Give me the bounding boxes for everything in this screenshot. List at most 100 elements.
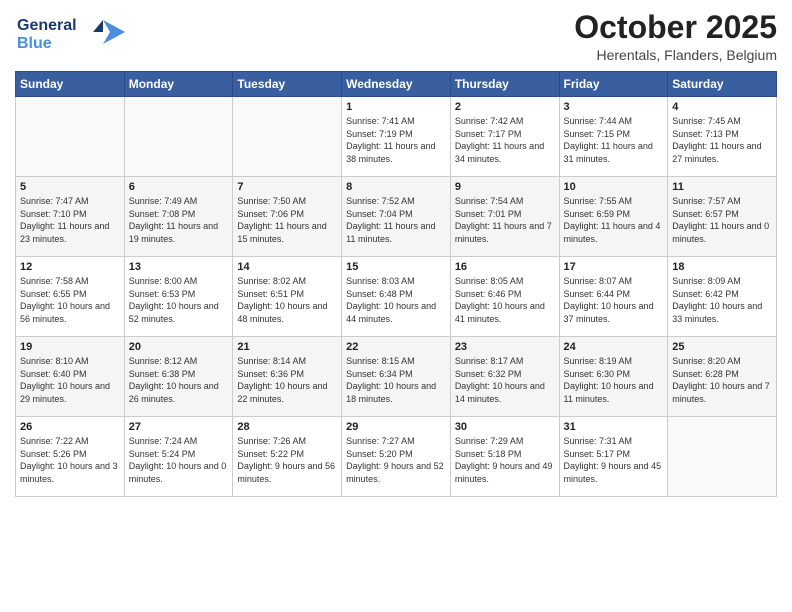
- calendar-table: Sunday Monday Tuesday Wednesday Thursday…: [15, 71, 777, 497]
- calendar-day: 10 Sunrise: 7:55 AMSunset: 6:59 PMDayligh…: [559, 177, 668, 257]
- col-wednesday: Wednesday: [342, 72, 451, 97]
- day-number: 20: [129, 341, 229, 353]
- day-number: 17: [564, 261, 664, 273]
- day-info: Sunrise: 7:22 AMSunset: 5:26 PMDaylight:…: [20, 435, 120, 485]
- calendar-day: 29 Sunrise: 7:27 AMSunset: 5:20 PMDayligh…: [342, 417, 451, 497]
- day-number: 3: [564, 101, 664, 113]
- day-number: 22: [346, 341, 446, 353]
- day-number: 6: [129, 181, 229, 193]
- day-number: 10: [564, 181, 664, 193]
- calendar-day: 17Sunrise: 8:07 AMSunset: 6:44 PMDayligh…: [559, 257, 668, 337]
- day-number: 16: [455, 261, 555, 273]
- day-info: Sunrise: 7:45 AMSunset: 7:13 PMDaylight:…: [672, 115, 772, 165]
- day-info: Sunrise: 8:02 AMSunset: 6:51 PMDaylight:…: [237, 275, 337, 325]
- calendar-day: 13 Sunrise: 8:00 AMSunset: 6:53 PMDayligh…: [124, 257, 233, 337]
- day-info: Sunrise: 8:10 AMSunset: 6:40 PMDaylight:…: [20, 355, 120, 405]
- calendar-week-3: 19Sunrise: 8:10 AMSunset: 6:40 PMDayligh…: [16, 337, 777, 417]
- day-number: 27: [129, 421, 229, 433]
- day-number: 24: [564, 341, 664, 353]
- calendar-week-0: 1 Sunrise: 7:41 AMSunset: 7:19 PMDaylight…: [16, 97, 777, 177]
- location: Herentals, Flanders, Belgium: [574, 47, 777, 63]
- calendar-week-4: 26 Sunrise: 7:22 AMSunset: 5:26 PMDayligh…: [16, 417, 777, 497]
- calendar-day: 12 Sunrise: 7:58 AMSunset: 6:55 PMDayligh…: [16, 257, 125, 337]
- header: General Blue October 2025 Herentals, Fla…: [15, 10, 777, 63]
- col-thursday: Thursday: [450, 72, 559, 97]
- header-row: Sunday Monday Tuesday Wednesday Thursday…: [16, 72, 777, 97]
- calendar-day: 20 Sunrise: 8:12 AMSunset: 6:38 PMDayligh…: [124, 337, 233, 417]
- day-info: Sunrise: 8:20 AMSunset: 6:28 PMDaylight:…: [672, 355, 772, 405]
- day-info: Sunrise: 7:26 AMSunset: 5:22 PMDaylight:…: [237, 435, 337, 485]
- day-number: 31: [564, 421, 664, 433]
- calendar-day: 2 Sunrise: 7:42 AMSunset: 7:17 PMDaylight…: [450, 97, 559, 177]
- day-info: Sunrise: 7:50 AMSunset: 7:06 PMDaylight:…: [237, 195, 337, 245]
- calendar-day: 23 Sunrise: 8:17 AMSunset: 6:32 PMDayligh…: [450, 337, 559, 417]
- day-info: Sunrise: 7:55 AMSunset: 6:59 PMDaylight:…: [564, 195, 664, 245]
- calendar-day: 18 Sunrise: 8:09 AMSunset: 6:42 PMDayligh…: [668, 257, 777, 337]
- calendar-day: 31 Sunrise: 7:31 AMSunset: 5:17 PMDayligh…: [559, 417, 668, 497]
- day-number: 15: [346, 261, 446, 273]
- calendar-day: [124, 97, 233, 177]
- day-number: 18: [672, 261, 772, 273]
- day-info: Sunrise: 7:58 AMSunset: 6:55 PMDaylight:…: [20, 275, 120, 325]
- day-number: 28: [237, 421, 337, 433]
- calendar-day: 4 Sunrise: 7:45 AMSunset: 7:13 PMDaylight…: [668, 97, 777, 177]
- day-number: 9: [455, 181, 555, 193]
- day-number: 12: [20, 261, 120, 273]
- day-number: 13: [129, 261, 229, 273]
- day-number: 23: [455, 341, 555, 353]
- day-info: Sunrise: 8:12 AMSunset: 6:38 PMDaylight:…: [129, 355, 229, 405]
- calendar-day: [668, 417, 777, 497]
- calendar-day: 16Sunrise: 8:05 AMSunset: 6:46 PMDayligh…: [450, 257, 559, 337]
- day-info: Sunrise: 7:49 AMSunset: 7:08 PMDaylight:…: [129, 195, 229, 245]
- day-info: Sunrise: 8:00 AMSunset: 6:53 PMDaylight:…: [129, 275, 229, 325]
- col-sunday: Sunday: [16, 72, 125, 97]
- logo-svg: General Blue: [15, 10, 125, 54]
- day-info: Sunrise: 8:03 AMSunset: 6:48 PMDaylight:…: [346, 275, 446, 325]
- day-info: Sunrise: 7:57 AMSunset: 6:57 PMDaylight:…: [672, 195, 772, 245]
- day-info: Sunrise: 7:42 AMSunset: 7:17 PMDaylight:…: [455, 115, 555, 165]
- svg-text:Blue: Blue: [17, 35, 52, 52]
- day-number: 11: [672, 181, 772, 193]
- col-monday: Monday: [124, 72, 233, 97]
- calendar-day: 15 Sunrise: 8:03 AMSunset: 6:48 PMDayligh…: [342, 257, 451, 337]
- calendar-day: 9Sunrise: 7:54 AMSunset: 7:01 PMDaylight…: [450, 177, 559, 257]
- day-number: 1: [346, 101, 446, 113]
- day-number: 7: [237, 181, 337, 193]
- month-title: October 2025: [574, 10, 777, 45]
- day-info: Sunrise: 7:31 AMSunset: 5:17 PMDaylight:…: [564, 435, 664, 485]
- day-number: 8: [346, 181, 446, 193]
- calendar-day: 14 Sunrise: 8:02 AMSunset: 6:51 PMDayligh…: [233, 257, 342, 337]
- calendar-day: 26 Sunrise: 7:22 AMSunset: 5:26 PMDayligh…: [16, 417, 125, 497]
- logo: General Blue: [15, 10, 125, 59]
- day-number: 4: [672, 101, 772, 113]
- day-info: Sunrise: 7:47 AMSunset: 7:10 PMDaylight:…: [20, 195, 120, 245]
- col-tuesday: Tuesday: [233, 72, 342, 97]
- day-number: 2: [455, 101, 555, 113]
- day-info: Sunrise: 7:27 AMSunset: 5:20 PMDaylight:…: [346, 435, 446, 485]
- calendar-day: 5 Sunrise: 7:47 AMSunset: 7:10 PMDaylight…: [16, 177, 125, 257]
- day-number: 30: [455, 421, 555, 433]
- day-info: Sunrise: 7:29 AMSunset: 5:18 PMDaylight:…: [455, 435, 555, 485]
- day-number: 29: [346, 421, 446, 433]
- day-number: 14: [237, 261, 337, 273]
- calendar-day: 28 Sunrise: 7:26 AMSunset: 5:22 PMDayligh…: [233, 417, 342, 497]
- day-info: Sunrise: 7:44 AMSunset: 7:15 PMDaylight:…: [564, 115, 664, 165]
- calendar-day: 3 Sunrise: 7:44 AMSunset: 7:15 PMDaylight…: [559, 97, 668, 177]
- day-number: 26: [20, 421, 120, 433]
- page: General Blue October 2025 Herentals, Fla…: [0, 0, 792, 612]
- title-block: October 2025 Herentals, Flanders, Belgiu…: [574, 10, 777, 63]
- calendar-day: 7 Sunrise: 7:50 AMSunset: 7:06 PMDaylight…: [233, 177, 342, 257]
- calendar-week-2: 12 Sunrise: 7:58 AMSunset: 6:55 PMDayligh…: [16, 257, 777, 337]
- calendar-week-1: 5 Sunrise: 7:47 AMSunset: 7:10 PMDaylight…: [16, 177, 777, 257]
- day-number: 5: [20, 181, 120, 193]
- day-info: Sunrise: 7:52 AMSunset: 7:04 PMDaylight:…: [346, 195, 446, 245]
- day-info: Sunrise: 8:09 AMSunset: 6:42 PMDaylight:…: [672, 275, 772, 325]
- calendar-day: 30 Sunrise: 7:29 AMSunset: 5:18 PMDayligh…: [450, 417, 559, 497]
- day-info: Sunrise: 8:14 AMSunset: 6:36 PMDaylight:…: [237, 355, 337, 405]
- day-number: 21: [237, 341, 337, 353]
- day-info: Sunrise: 8:15 AMSunset: 6:34 PMDaylight:…: [346, 355, 446, 405]
- day-info: Sunrise: 7:41 AMSunset: 7:19 PMDaylight:…: [346, 115, 446, 165]
- day-info: Sunrise: 8:17 AMSunset: 6:32 PMDaylight:…: [455, 355, 555, 405]
- calendar-day: 11 Sunrise: 7:57 AMSunset: 6:57 PMDayligh…: [668, 177, 777, 257]
- calendar-day: 21 Sunrise: 8:14 AMSunset: 6:36 PMDayligh…: [233, 337, 342, 417]
